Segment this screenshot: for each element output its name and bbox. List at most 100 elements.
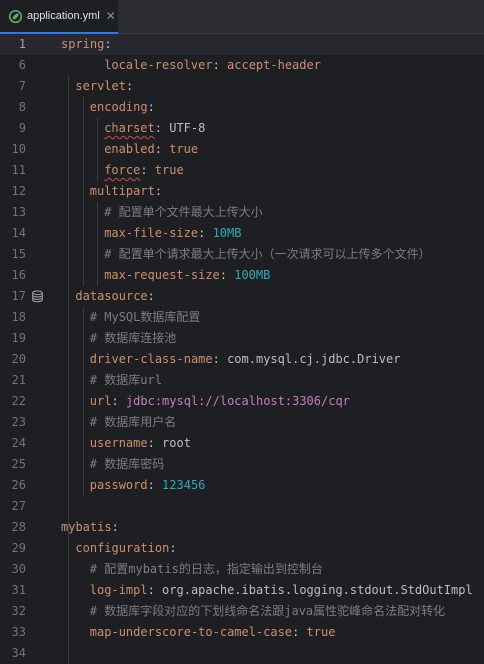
code-text: password: 123456: [90, 475, 206, 496]
key-token: locale-resolver: [104, 58, 213, 72]
value-token: org.apache.ibatis.logging.stdout.StdOutI…: [162, 583, 473, 597]
key-token: url: [89, 394, 112, 408]
code-line[interactable]: 12 multipart:: [0, 181, 484, 202]
code-line[interactable]: 11 force: true: [0, 160, 484, 181]
key-token: map-underscore-to-camel-case: [89, 625, 293, 639]
value-token: :: [292, 625, 307, 639]
key-token: configuration: [75, 541, 170, 555]
line-number: 30: [11, 562, 26, 576]
code-text: # 数据库url: [90, 370, 162, 391]
key-token: username: [89, 436, 148, 450]
code-line[interactable]: 29 configuration:: [0, 538, 484, 559]
comment-token: # MySQL数据库配置: [89, 310, 201, 324]
value-token: :: [111, 520, 119, 534]
value-token: :: [154, 142, 170, 156]
key-token: password: [89, 478, 148, 492]
code-line[interactable]: 19 # 数据库连接池: [0, 328, 484, 349]
code-text: servlet:: [75, 76, 133, 97]
line-number: 1: [18, 37, 26, 51]
value-token: root: [162, 436, 191, 450]
line-number: 6: [18, 58, 26, 72]
code-line[interactable]: 18 # MySQL数据库配置: [0, 307, 484, 328]
code-text: map-underscore-to-camel-case: true: [90, 622, 336, 643]
code-line[interactable]: 22 url: jdbc:mysql://localhost:3306/cqr: [0, 391, 484, 412]
line-number: 17: [11, 289, 26, 303]
key-token: datasource: [75, 289, 148, 303]
key-token: driver-class-name: [89, 352, 213, 366]
comment-token: # 配置单个文件最大上传大小: [104, 205, 263, 219]
key-token: encoding: [89, 100, 148, 114]
code-line[interactable]: 32 # 数据库字段对应的下划线命名法跟java属性驼峰命名法配对转化: [0, 601, 484, 622]
code-text: datasource:: [75, 286, 154, 307]
code-line[interactable]: 7 servlet:: [0, 76, 484, 97]
key-token: servlet: [75, 79, 126, 93]
line-number: 24: [11, 436, 26, 450]
code-line[interactable]: 1 spring:: [0, 34, 484, 55]
code-text: charset: UTF-8: [104, 118, 205, 139]
code-text: # 数据库用户名: [90, 412, 176, 433]
comment-token: # 数据库url: [89, 373, 162, 387]
code-line[interactable]: 8 encoding:: [0, 97, 484, 118]
code-line[interactable]: 10 enabled: true: [0, 139, 484, 160]
spring-leaf-icon: [7, 8, 23, 24]
key-token: log-impl: [89, 583, 148, 597]
line-number: 16: [11, 268, 26, 282]
value-token: :: [147, 478, 163, 492]
key-token: max-file-size: [104, 226, 199, 240]
code-line[interactable]: 31 log-impl: org.apache.ibatis.logging.st…: [0, 580, 484, 601]
line-number: 8: [18, 100, 26, 114]
code-line[interactable]: 30 # 配置mybatis的日志，指定输出到控制台: [0, 559, 484, 580]
value-token: accept-header: [227, 58, 321, 72]
code-text: # 数据库密码: [90, 454, 164, 475]
code-line[interactable]: 14 max-file-size: 10MB: [0, 223, 484, 244]
comment-token: # 数据库连接池: [89, 331, 177, 345]
close-icon[interactable]: ✕: [106, 9, 116, 23]
code-line[interactable]: 24 username: root: [0, 433, 484, 454]
code-line[interactable]: 17 datasource:: [0, 286, 484, 307]
value-token: :: [198, 226, 213, 240]
code-line[interactable]: 23 # 数据库用户名: [0, 412, 484, 433]
code-text: # 配置mybatis的日志，指定输出到控制台: [90, 559, 323, 580]
code-text: max-request-size: 100MB: [104, 265, 270, 286]
value-token: :: [212, 58, 228, 72]
line-number: 13: [11, 205, 26, 219]
line-number: 29: [11, 541, 26, 555]
code-line[interactable]: 21 # 数据库url: [0, 370, 484, 391]
code-line[interactable]: 15 # 配置单个请求最大上传大小（一次请求可以上传多个文件）: [0, 244, 484, 265]
code-line[interactable]: 20 driver-class-name: com.mysql.cj.jdbc.D…: [0, 349, 484, 370]
code-line[interactable]: 16 max-request-size: 100MB: [0, 265, 484, 286]
code-line[interactable]: 27: [0, 496, 484, 517]
database-icon[interactable]: [31, 290, 44, 303]
code-line[interactable]: 26 password: 123456: [0, 475, 484, 496]
comment-token: # 数据库字段对应的下划线命名法跟java属性驼峰命名法配对转化: [89, 604, 446, 618]
code-line[interactable]: 28 mybatis:: [0, 517, 484, 538]
code-line[interactable]: 13 # 配置单个文件最大上传大小: [0, 202, 484, 223]
code-line[interactable]: 6 locale-resolver: accept-header: [0, 55, 484, 76]
line-number: 7: [18, 79, 26, 93]
line-number: 33: [11, 625, 26, 639]
code-text: # MySQL数据库配置: [90, 307, 201, 328]
value-token: :: [212, 352, 228, 366]
code-editor[interactable]: 1 spring: 6 locale-resolver: accept-header 7…: [0, 34, 484, 664]
code-text: # 数据库连接池: [90, 328, 176, 349]
code-text: # 配置单个文件最大上传大小: [104, 202, 262, 223]
line-number: 21: [11, 373, 26, 387]
line-number: 15: [11, 247, 26, 261]
key-token: enabled: [104, 142, 155, 156]
line-number: 12: [11, 184, 26, 198]
value-token: true: [154, 163, 184, 177]
code-line[interactable]: 9 charset: UTF-8: [0, 118, 484, 139]
tab-application-yml[interactable]: application.yml ✕: [0, 0, 118, 34]
value-token: :: [147, 583, 163, 597]
code-text: locale-resolver: accept-header: [104, 55, 321, 76]
code-line[interactable]: 25 # 数据库密码: [0, 454, 484, 475]
code-text: encoding:: [90, 97, 155, 118]
value-token: :: [154, 184, 163, 198]
line-number: 22: [11, 394, 26, 408]
code-text: multipart:: [90, 181, 162, 202]
code-text: force: true: [104, 160, 183, 181]
value-token: :: [140, 163, 155, 177]
line-number: 11: [11, 163, 26, 177]
code-line[interactable]: 33 map-underscore-to-camel-case: true: [0, 622, 484, 643]
editor-tab-bar: application.yml ✕: [0, 0, 484, 34]
